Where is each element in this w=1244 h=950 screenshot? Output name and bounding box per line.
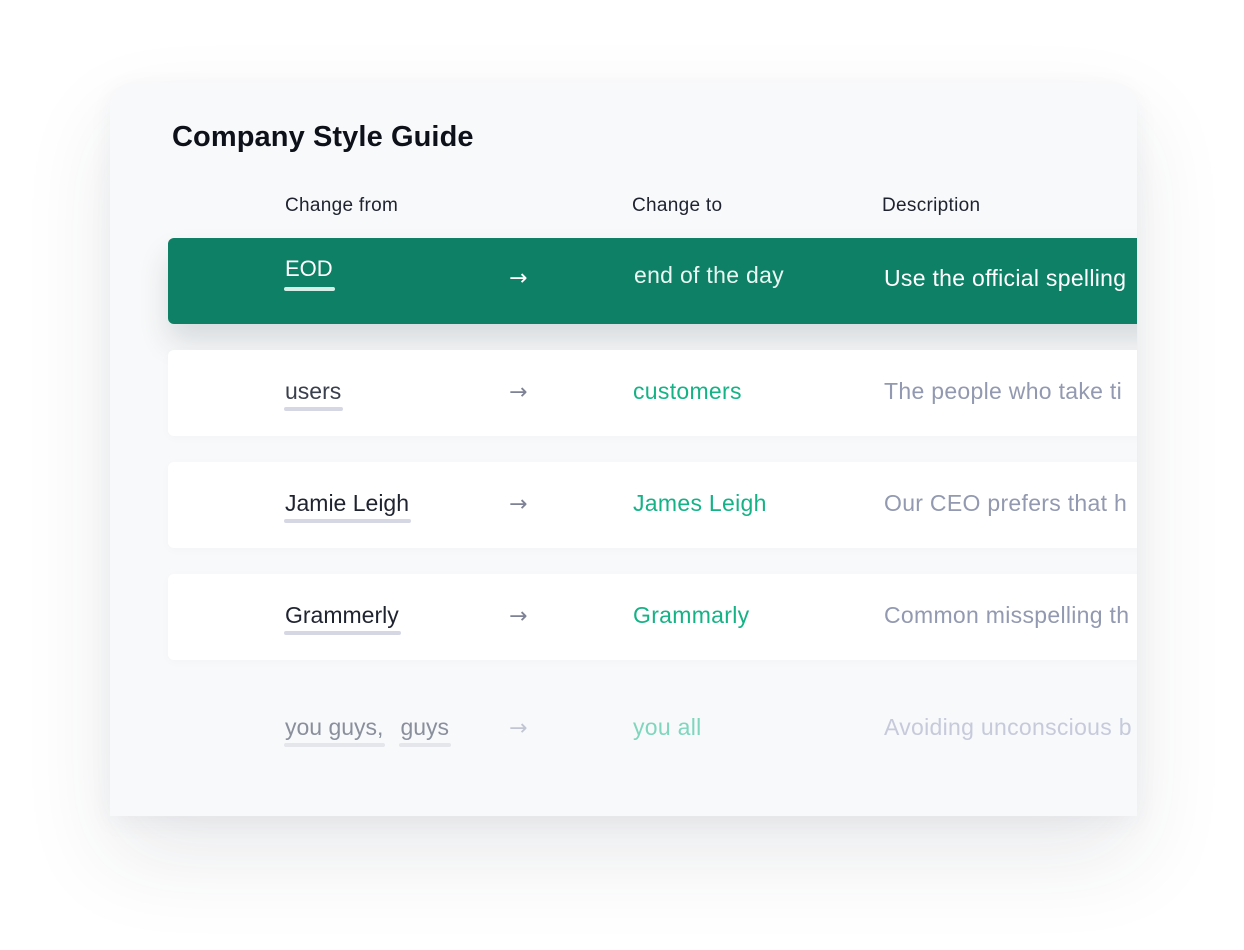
arrow-right-icon: → bbox=[509, 266, 528, 291]
change-to-term: Grammarly bbox=[633, 602, 750, 628]
change-from-term: guys bbox=[399, 714, 451, 747]
rule-description: Our CEO prefers that h bbox=[884, 490, 1128, 516]
change-from-term: EOD bbox=[284, 256, 335, 291]
change-to-term: James Leigh bbox=[633, 490, 767, 516]
change-from-cell: Grammerly bbox=[284, 602, 401, 635]
style-rule-row-jamie-leigh[interactable]: Jamie Leigh → James Leigh Our CEO prefer… bbox=[168, 462, 1137, 548]
change-from-term: you guys, bbox=[283, 714, 386, 747]
style-rule-row-you-guys[interactable]: you guys, guys → you all Avoiding uncons… bbox=[168, 686, 1137, 772]
column-header-change-from: Change from bbox=[285, 195, 399, 216]
change-to-term: customers bbox=[633, 378, 742, 404]
style-rule-row-grammerly[interactable]: Grammerly → Grammarly Common misspelling… bbox=[168, 574, 1137, 660]
column-header-change-to: Change to bbox=[632, 195, 723, 216]
style-rule-row-eod[interactable]: EOD → end of the day Use the official sp… bbox=[168, 238, 1137, 324]
change-from-cell: you guys, guys bbox=[283, 714, 451, 747]
arrow-right-icon: → bbox=[509, 716, 528, 741]
change-from-cell: users bbox=[283, 378, 344, 411]
change-to-term: you all bbox=[633, 714, 702, 740]
change-from-term: users bbox=[283, 378, 344, 411]
rule-description: Common misspelling th bbox=[884, 602, 1130, 628]
style-rule-row-users[interactable]: users → customers The people who take ti bbox=[168, 350, 1137, 436]
rule-description: The people who take ti bbox=[884, 378, 1123, 404]
arrow-right-icon: → bbox=[509, 492, 528, 517]
arrow-right-icon: → bbox=[509, 380, 528, 405]
change-from-cell: EOD bbox=[284, 256, 335, 291]
page-title: Company Style Guide bbox=[172, 121, 474, 153]
change-from-cell: Jamie Leigh bbox=[283, 490, 412, 523]
change-from-term: Grammerly bbox=[284, 602, 401, 635]
arrow-right-icon: → bbox=[509, 604, 528, 629]
rule-description: Avoiding unconscious b bbox=[884, 714, 1132, 740]
column-header-description: Description bbox=[882, 195, 981, 216]
change-to-term: end of the day bbox=[634, 262, 784, 288]
style-guide-card: Company Style Guide Change from Change t… bbox=[110, 83, 1137, 816]
rule-description: Use the official spelling bbox=[884, 265, 1127, 291]
change-from-term: Jamie Leigh bbox=[283, 490, 412, 523]
